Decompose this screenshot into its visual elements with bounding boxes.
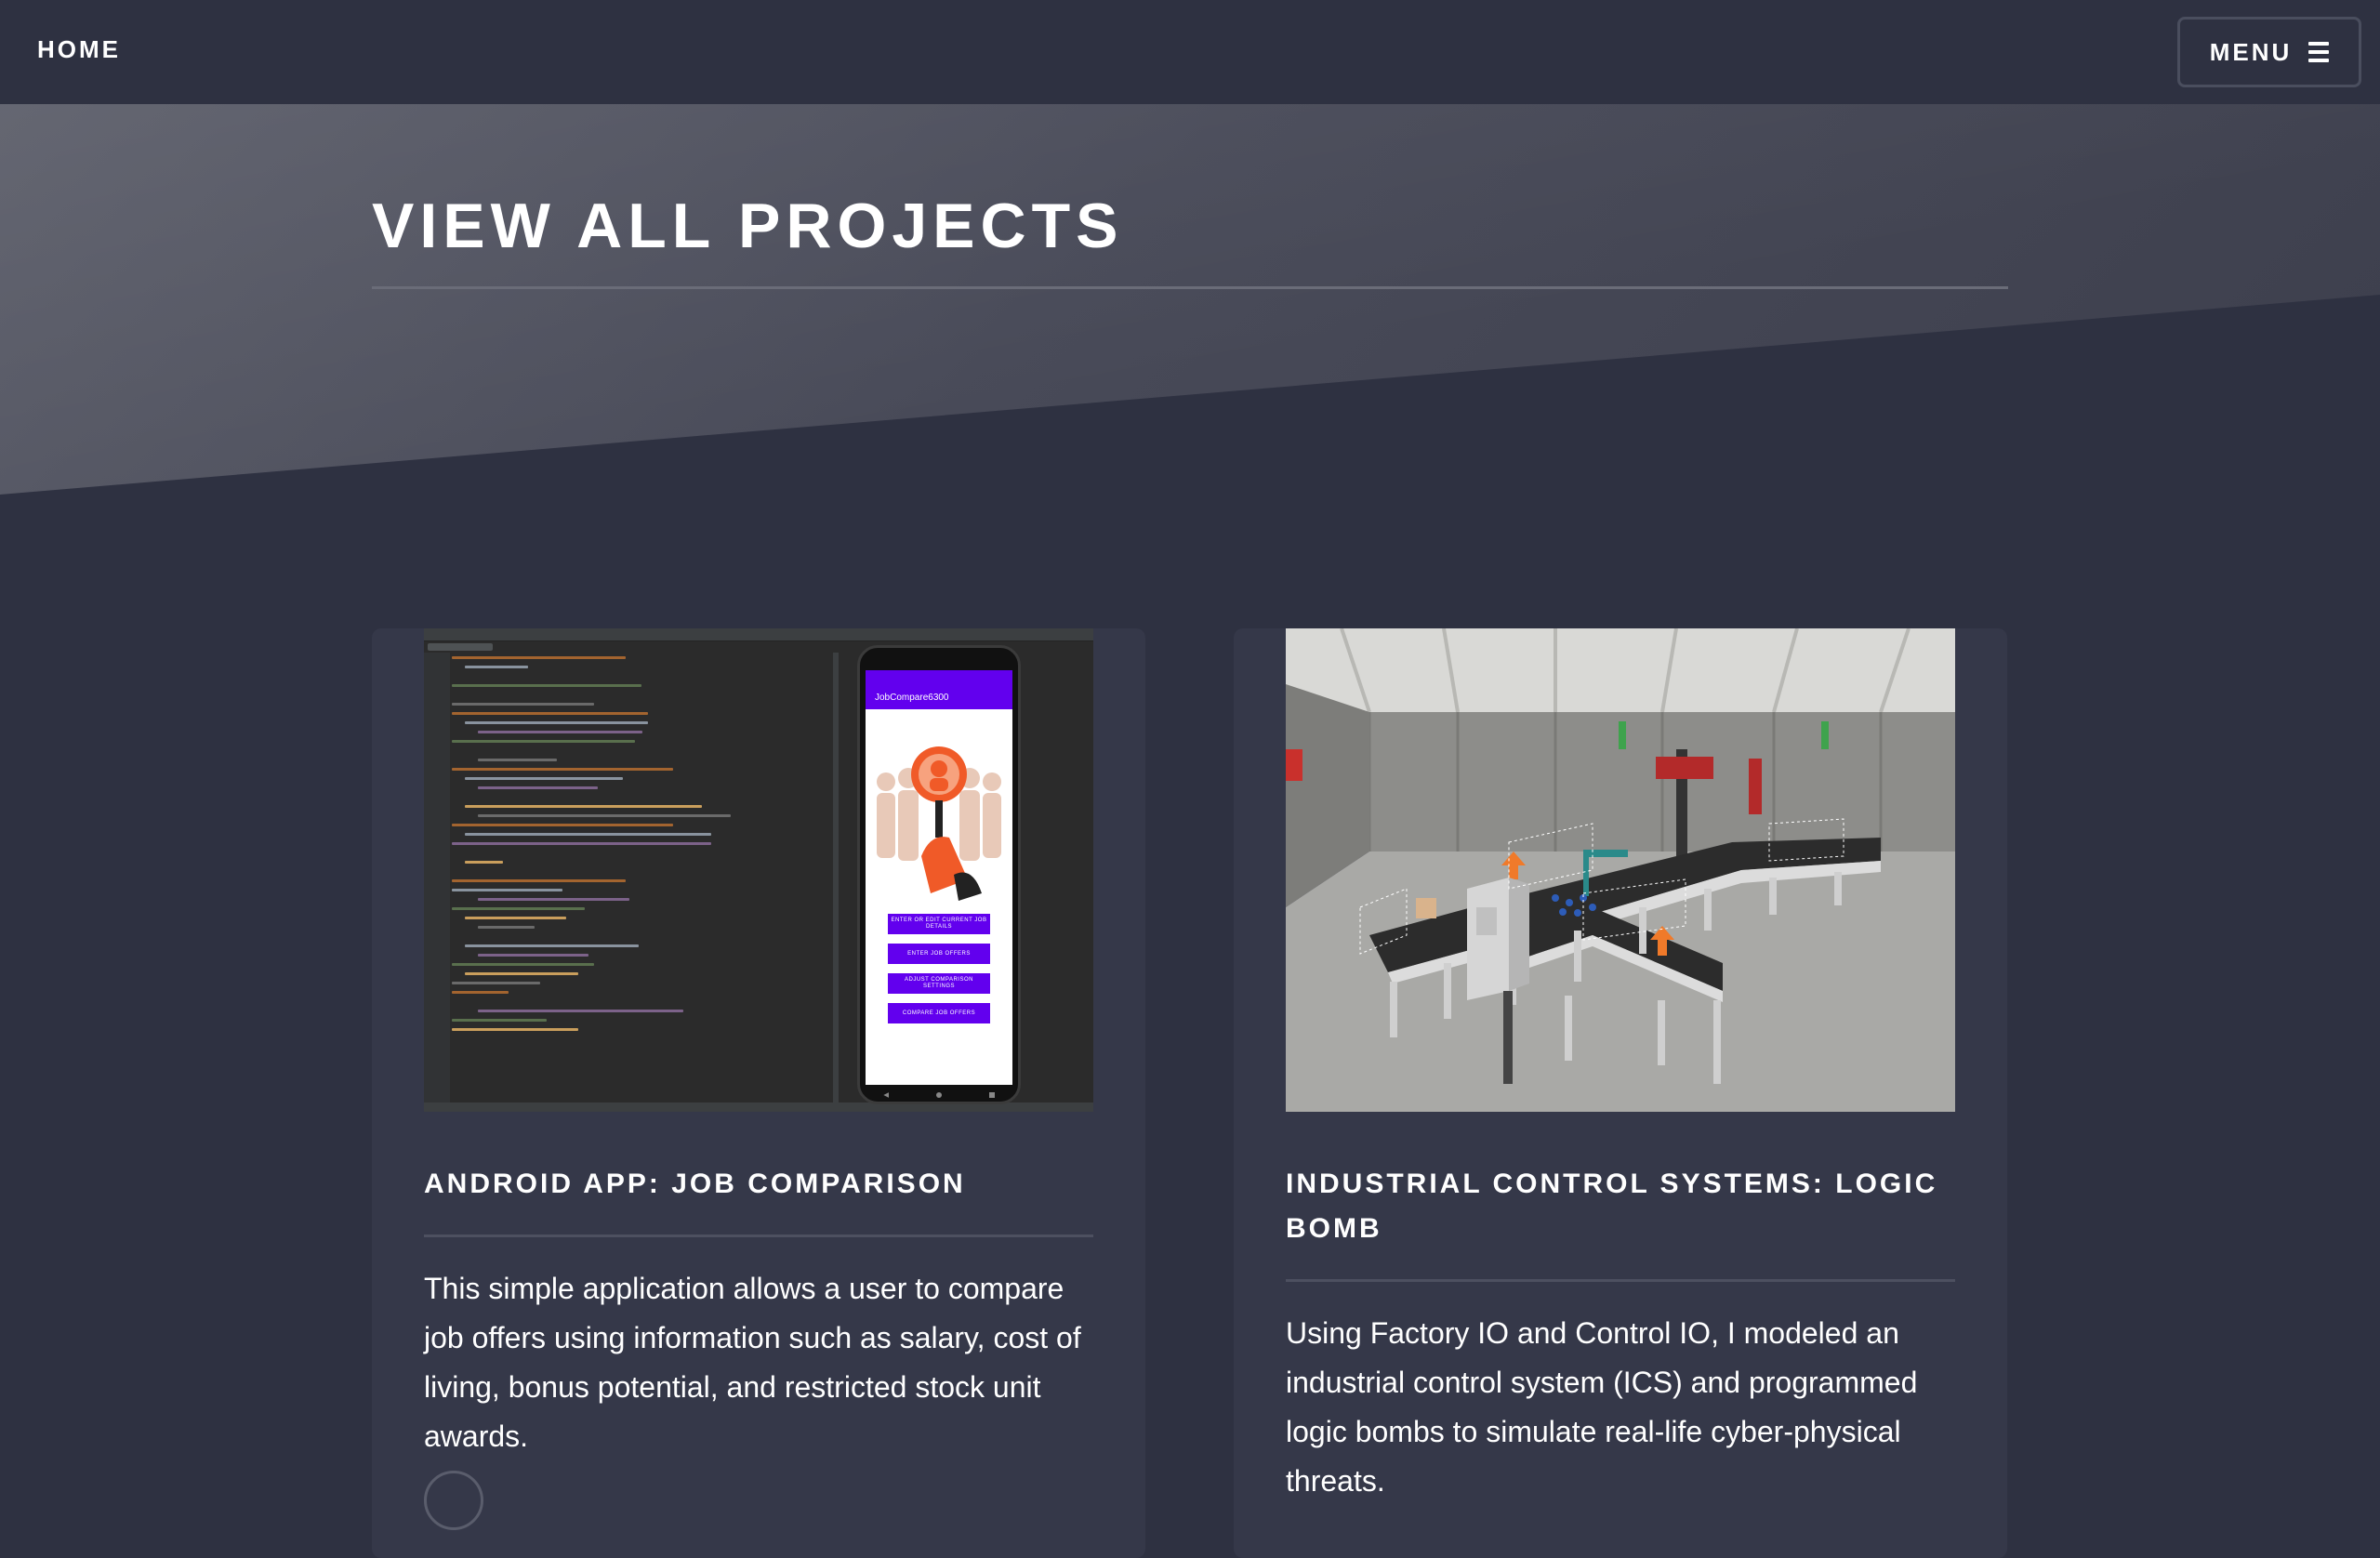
project-card-ics: INDUSTRIAL CONTROL SYSTEMS: LOGIC BOMB U…: [1234, 628, 2007, 1558]
code-line: [452, 879, 626, 882]
project-description: Using Factory IO and Control IO, I model…: [1286, 1316, 1918, 1498]
job-search-illustration: [877, 746, 1001, 901]
code-line: [465, 944, 639, 947]
title-divider: [372, 286, 2008, 289]
code-line: [465, 972, 579, 975]
code-line: [452, 703, 594, 706]
code-line: [478, 954, 588, 957]
phone-button-enter-offers: ENTER JOB OFFERS: [888, 944, 990, 964]
code-line: [465, 666, 528, 668]
code-line: [452, 684, 641, 687]
code-line: [465, 833, 712, 836]
menu-label: MENU: [2209, 37, 2293, 66]
phone-button-enter-edit: ENTER OR EDIT CURRENT JOB DETAILS: [888, 914, 990, 934]
code-line: [452, 712, 648, 715]
code-line: [452, 963, 594, 966]
phone-nav-bar: [860, 1089, 1018, 1102]
code-line: [478, 759, 557, 761]
project-image-android[interactable]: JobCompare6300 ENTER OR EDIT CURRENT JOB…: [424, 628, 1093, 1112]
code-line: [452, 768, 673, 771]
menu-button[interactable]: MENU: [2177, 17, 2361, 87]
android-ide-screenshot-icon: JobCompare6300 ENTER OR EDIT CURRENT JOB…: [424, 628, 1093, 1112]
code-line: [478, 814, 731, 817]
factory-conveyor-render-icon: [1286, 628, 1955, 1112]
code-line: [478, 731, 642, 733]
code-line: [452, 842, 711, 845]
card-divider: [1286, 1279, 1955, 1282]
home-link[interactable]: HOME: [37, 35, 121, 64]
code-line: [452, 889, 562, 891]
page-banner: [0, 104, 2380, 495]
code-line: [478, 926, 536, 929]
page-title: VIEW ALL PROJECTS: [372, 191, 1124, 261]
phone-button-compare: COMPARE JOB OFFERS: [888, 1003, 990, 1023]
code-line: [452, 907, 585, 910]
phone-mockup: JobCompare6300 ENTER OR EDIT CURRENT JOB…: [857, 645, 1021, 1104]
code-line: [452, 1019, 547, 1022]
code-line: [452, 656, 626, 659]
code-line: [452, 1028, 578, 1031]
code-line: [452, 982, 541, 984]
code-line: [465, 861, 503, 864]
code-line: [478, 1010, 683, 1012]
project-title[interactable]: INDUSTRIAL CONTROL SYSTEMS: LOGIC BOMB: [1286, 1162, 1955, 1251]
code-line: [465, 721, 649, 724]
phone-app-title: JobCompare6300: [875, 693, 949, 703]
code-line: [452, 991, 509, 994]
code-line: [478, 898, 630, 901]
code-line: [465, 917, 566, 919]
project-card-android: JobCompare6300 ENTER OR EDIT CURRENT JOB…: [372, 628, 1145, 1558]
phone-button-adjust-settings: ADJUST COMPARISON SETTINGS: [888, 973, 990, 994]
code-line: [478, 786, 599, 789]
code-line: [465, 805, 702, 808]
banner-shine: [0, 104, 2380, 495]
project-title[interactable]: ANDROID APP: JOB COMPARISON: [424, 1162, 1093, 1207]
card-divider: [424, 1235, 1093, 1237]
project-image-ics[interactable]: [1286, 628, 1955, 1112]
project-description: This simple application allows a user to…: [424, 1272, 1081, 1453]
hamburger-icon: [2308, 42, 2330, 62]
code-line: [452, 740, 636, 743]
code-line: [452, 824, 673, 826]
code-line: [465, 777, 623, 780]
read-more-circle-icon[interactable]: [424, 1471, 483, 1530]
top-nav: HOME MENU: [0, 0, 2380, 104]
